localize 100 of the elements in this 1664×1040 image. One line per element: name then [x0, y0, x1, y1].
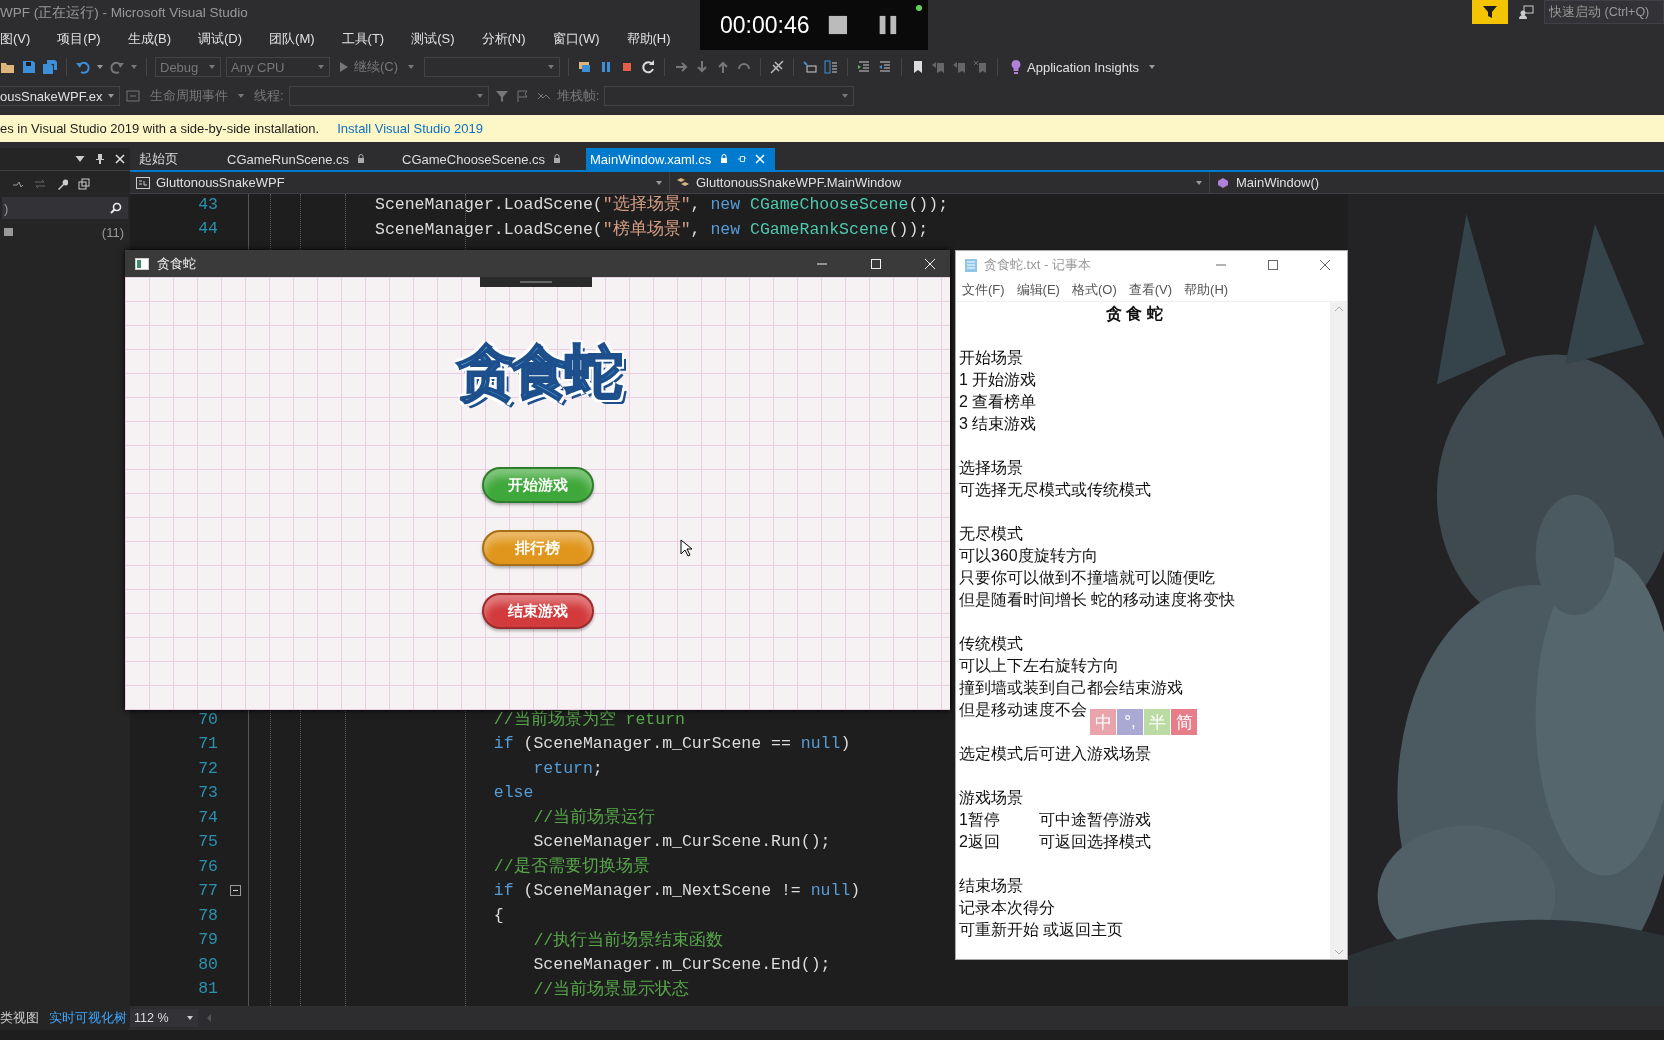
save-all-icon[interactable] [42, 59, 58, 75]
caret-icon [107, 93, 115, 99]
collapse-icon[interactable] [230, 885, 241, 897]
maximize-icon[interactable] [1267, 259, 1279, 271]
close-icon[interactable] [1319, 259, 1331, 271]
menu-item[interactable]: 项目(P) [57, 28, 101, 50]
install-link[interactable]: Install Visual Studio 2019 [337, 121, 483, 136]
stop-icon[interactable] [828, 14, 849, 36]
quick-launch-field[interactable]: 快速启动 (Ctrl+Q) [1544, 0, 1664, 24]
menu-item[interactable]: 分析(N) [481, 28, 526, 50]
project-icon [136, 176, 150, 189]
text-line: 只要你可以做到不撞墙就可以随便吃 [959, 568, 1215, 588]
menu-item[interactable]: 调试(D) [198, 28, 243, 50]
text-line: 撞到墙或装到自己都会结束游戏 [959, 678, 1183, 698]
wrench-icon[interactable] [56, 178, 68, 190]
panel-tab[interactable]: 实时可视化树 [49, 1009, 127, 1027]
type-dropdown[interactable]: GluttonousSnakeWPF.MainWindow [670, 172, 1210, 193]
thread-label: 线程: [254, 87, 284, 105]
text-line: 1暂停 可中途暂停游戏 [959, 810, 1151, 830]
caret-icon [475, 93, 484, 99]
line-number: 78 [197, 905, 218, 925]
code-line: SceneManager.m_CurScene.End(); [532, 954, 831, 974]
menu-item[interactable]: 格式(O) [1071, 281, 1117, 299]
save-icon[interactable] [21, 59, 37, 75]
code-line: SceneManager.LoadScene("榜单场景", new CGameRankScene()); [375, 218, 929, 240]
code-line: if (SceneManager.m_CurScene == null) [492, 734, 851, 754]
menu-item[interactable]: 图(V) [0, 28, 31, 50]
zoom-dropdown[interactable]: 112 % [130, 1009, 198, 1027]
caret-icon [1195, 179, 1203, 186]
undo-icon[interactable] [75, 59, 91, 75]
line-number: 76 [197, 856, 218, 876]
editor-tab[interactable]: CGameRunScene.cs [223, 148, 398, 170]
editor-tab[interactable]: 起始页 [135, 148, 223, 170]
code-line: SceneManager.LoadScene("选择场景", new CGameChooseScene()); [375, 194, 949, 216]
caret-icon [1148, 64, 1157, 70]
pause-icon[interactable] [878, 14, 898, 36]
menu-item[interactable]: 团队(M) [269, 28, 315, 50]
code-line: return; [532, 758, 603, 778]
breakpoint-icon[interactable] [769, 59, 786, 75]
redo-icon[interactable] [109, 59, 125, 75]
caret-icon [407, 64, 416, 70]
editor-tab[interactable]: CGameChooseScene.cs [398, 148, 586, 170]
menu-item[interactable]: 帮助(H) [1184, 281, 1229, 299]
search-icon[interactable] [110, 202, 122, 214]
menu-item[interactable]: 帮助(H) [626, 28, 671, 50]
text-line: 游戏场景 [959, 788, 1023, 808]
text-line: 可选择无尽模式或传统模式 [959, 480, 1151, 500]
feedback-icon[interactable] [1518, 4, 1534, 20]
text-line: 选定模式后可进入游戏场景 [959, 744, 1151, 764]
layers-icon[interactable] [78, 178, 90, 190]
text-line: 无尽模式 [959, 524, 1023, 544]
member-dropdown[interactable]: MainWindow() [1210, 172, 1664, 193]
process-dropdown[interactable]: ousSnakeWPF.ex [0, 86, 120, 106]
line-number: 70 [197, 709, 218, 729]
class-icon [676, 176, 690, 189]
menu-item[interactable]: 窗口(W) [552, 28, 600, 50]
document-heading: 贪 食 蛇 [1105, 304, 1164, 325]
menu-item[interactable]: 测试(S) [411, 28, 455, 50]
menu-item[interactable]: 生成(B) [127, 28, 172, 50]
search-field[interactable]: ) [2, 197, 128, 219]
text-line: 但是移动速度不会 [959, 700, 1087, 720]
window-title: 贪食蛇 [157, 254, 196, 273]
code-line: //执行当前场景结束函数 [532, 929, 724, 951]
text-line: 传统模式 [959, 634, 1023, 654]
filter-icon[interactable] [1472, 0, 1508, 24]
stack-frame-label: 堆栈帧: [556, 87, 600, 105]
sync-icon[interactable] [34, 178, 46, 190]
element-icon [3, 226, 15, 238]
uncomment-icon[interactable] [823, 59, 840, 75]
project-dropdown[interactable]: GluttonousSnakeWPF [130, 172, 670, 193]
code-line: SceneManager.m_CurScene.Run(); [532, 832, 831, 852]
application-insights-button[interactable]: Application Insights [1006, 59, 1161, 75]
text-line: 选择场景 [959, 458, 1023, 478]
caret-icon [317, 64, 325, 70]
caret-icon [547, 64, 556, 70]
pin-icon[interactable] [94, 153, 106, 165]
window-title: 贪食蛇.txt - 记事本 [984, 256, 1091, 274]
window-title: WPF (正在运行) - Microsoft Visual Studio [0, 4, 248, 22]
code-line: { [492, 905, 504, 925]
text-line: 2 查看榜单 [959, 392, 1037, 412]
line-number: 43 [197, 194, 218, 214]
menu-button[interactable]: 结束游戏 [481, 593, 594, 629]
menu-item[interactable]: 查看(V) [1128, 281, 1173, 299]
line-number: 77 [197, 881, 218, 901]
line-number: 79 [197, 930, 218, 950]
comment-icon[interactable] [802, 59, 819, 75]
menu-item[interactable]: 文件(F) [962, 281, 1005, 299]
menu-item[interactable]: 编辑(E) [1016, 281, 1060, 299]
code-line: //是否需要切换场景 [492, 856, 650, 878]
menu-item[interactable]: 工具(T) [341, 28, 385, 50]
caret-icon[interactable] [96, 64, 104, 70]
line-number: 71 [197, 734, 218, 754]
text-line: 2返回 可返回选择模式 [959, 832, 1151, 852]
restart-icon[interactable] [640, 59, 657, 75]
text-line: 可以上下左右旋转方向 [959, 656, 1119, 676]
notepad-icon [964, 257, 978, 273]
text-line: 可重新开始 或返回主页 [959, 920, 1124, 940]
code-line: if (SceneManager.m_NextScene != null) [492, 881, 861, 901]
panel-tab[interactable]: 类视图 [0, 1009, 39, 1027]
line-number: 81 [197, 979, 218, 999]
